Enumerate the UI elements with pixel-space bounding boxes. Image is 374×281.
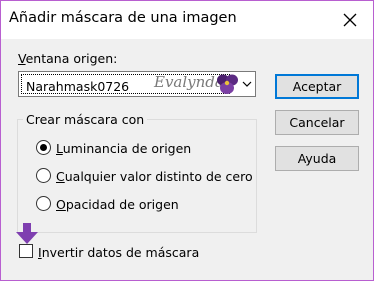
source-window-label-text: entana origen:	[25, 51, 118, 66]
chevron-down-icon[interactable]	[241, 78, 253, 90]
radio-source-opacity[interactable]	[36, 196, 51, 211]
radio-label-text: uminancia de origen	[62, 141, 192, 156]
mask-group-legend: Crear máscara con	[23, 112, 148, 127]
radio-source-luminance[interactable]	[36, 140, 51, 155]
radio-label-text: pacidad de origen	[65, 197, 179, 212]
invert-mask-label[interactable]: Invertir datos de máscara	[38, 245, 199, 260]
radio-selected-dot	[40, 144, 47, 151]
title-bar: Añadir máscara de una imagen	[1, 1, 373, 39]
invert-mask-checkbox[interactable]	[19, 244, 33, 258]
combo-value: Narahmask0726	[26, 79, 130, 94]
source-window-combo[interactable]: Narahmask0726 Evalynda	[18, 71, 256, 97]
radio-any-nonzero-label[interactable]: Cualquier valor distinto de cero	[56, 169, 253, 184]
radio-any-nonzero[interactable]	[36, 168, 51, 183]
arrow-down-icon	[16, 223, 38, 244]
flower-icon	[217, 74, 238, 94]
radio-source-luminance-label[interactable]: Luminancia de origen	[56, 141, 191, 156]
dialog-title: Añadir máscara de una imagen	[9, 10, 237, 26]
add-mask-dialog: Añadir máscara de una imagen Ventana ori…	[0, 0, 374, 281]
help-button[interactable]: Ayuda	[275, 146, 359, 171]
close-icon[interactable]	[339, 9, 361, 31]
radio-label-key: C	[56, 169, 65, 184]
cancel-button[interactable]: Cancelar	[275, 110, 359, 135]
accept-button[interactable]: Aceptar	[275, 74, 359, 99]
invert-label-text: nvertir datos de máscara	[41, 245, 200, 260]
radio-label-key: O	[56, 197, 66, 212]
radio-label-key: L	[56, 141, 63, 156]
source-window-label-key: V	[18, 51, 26, 66]
radio-source-opacity-label[interactable]: Opacidad de origen	[56, 197, 179, 212]
radio-label-text: ualquier valor distinto de cero	[64, 169, 253, 184]
source-window-label: Ventana origen:	[18, 51, 117, 66]
